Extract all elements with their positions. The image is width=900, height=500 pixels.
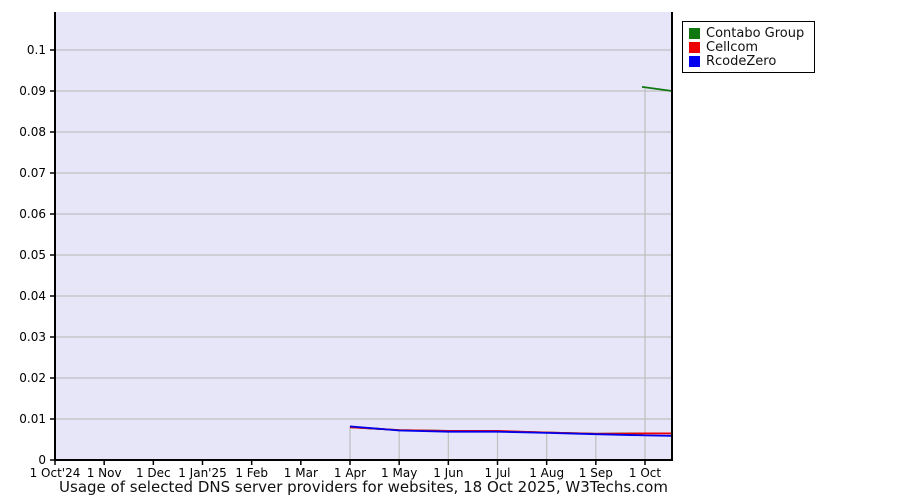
legend-item: Contabo Group [689, 26, 804, 40]
legend-label: RcodeZero [706, 54, 776, 69]
legend-label: Cellcom [706, 40, 758, 55]
y-tick-label: 0.06 [19, 207, 46, 221]
y-tick-label: 0.08 [19, 125, 46, 139]
y-tick-label: 0.1 [27, 43, 46, 57]
chart-title: Usage of selected DNS server providers f… [55, 478, 672, 496]
y-tick-label: 0.03 [19, 330, 46, 344]
plot-background [55, 12, 672, 460]
chart-container: 0 0.01 0.02 0.03 0.04 0.05 0.06 0.07 0.08 0.09 0.1… [0, 0, 900, 500]
y-tick-label: 0.09 [19, 84, 46, 98]
legend-item: RcodeZero [689, 54, 804, 68]
legend: Contabo GroupCellcomRcodeZero [682, 21, 815, 73]
y-tick-label: 0.01 [19, 412, 46, 426]
y-tick-label: 0.04 [19, 289, 46, 303]
legend-swatch [689, 28, 700, 39]
line-chart-plot: 0 0.01 0.02 0.03 0.04 0.05 0.06 0.07 0.08 0.09 0.1… [0, 0, 900, 500]
y-tick-label: 0.02 [19, 371, 46, 385]
legend-label: Contabo Group [706, 26, 804, 41]
legend-item: Cellcom [689, 40, 804, 54]
legend-swatch [689, 42, 700, 53]
legend-swatch [689, 56, 700, 67]
y-tick-label: 0.05 [19, 248, 46, 262]
y-tick-label: 0 [38, 453, 46, 467]
y-tick-label: 0.07 [19, 166, 46, 180]
